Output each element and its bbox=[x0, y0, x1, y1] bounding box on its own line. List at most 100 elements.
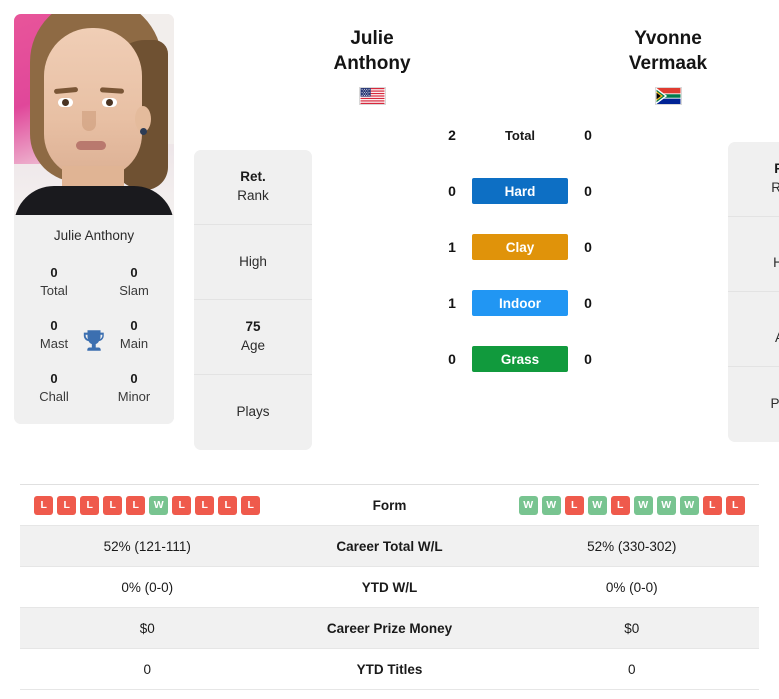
surface-breakdown: 2 Total 0 0 Hard 0 1 Clay 0 1 Indoor 0 0… bbox=[312, 107, 728, 387]
title-stat-label: Mast bbox=[39, 335, 69, 351]
h2h-row-clay: 1 Clay 0 bbox=[432, 219, 608, 275]
h2h-label: Total bbox=[504, 127, 536, 143]
title-stat-value: 0 bbox=[50, 371, 58, 387]
player-info-right: Ret. Rank 38 High 66 Age Plays bbox=[728, 142, 779, 442]
stat-value-left: 52% (121-111) bbox=[103, 538, 191, 554]
form-badge-loss[interactable]: L bbox=[80, 495, 100, 515]
title-stat-chall: 0 Chall bbox=[14, 361, 94, 414]
info-label: Rank bbox=[771, 180, 779, 195]
stat-value-right: 52% (330-302) bbox=[587, 538, 677, 554]
h2h-row-hard: 0 Hard 0 bbox=[432, 163, 608, 219]
info-label: Plays bbox=[770, 396, 779, 412]
stat-value-right: 0 bbox=[627, 661, 636, 677]
player-info-left: Ret. Rank High 75 Age Plays bbox=[194, 150, 312, 450]
info-label: Age bbox=[240, 338, 266, 353]
form-badge-loss[interactable]: L bbox=[195, 495, 215, 515]
title-stat-value: 0 bbox=[130, 371, 138, 387]
table-row-career-total-wl: 52% (121-111) Career Total W/L 52% (330-… bbox=[20, 526, 759, 567]
title-stat-value: 0 bbox=[50, 265, 58, 280]
player-title-left: Julie Anthony bbox=[312, 26, 432, 76]
stat-value-left: 0% (0-0) bbox=[121, 579, 174, 595]
info-age-right: 66 Age bbox=[728, 292, 779, 367]
player-first-name: Julie bbox=[350, 28, 394, 49]
form-badge-win[interactable]: W bbox=[679, 495, 699, 515]
h2h-score-right: 0 bbox=[584, 295, 592, 312]
form-badge-loss[interactable]: L bbox=[172, 495, 192, 515]
info-rank-right: Ret. Rank bbox=[728, 142, 779, 217]
form-badge-loss[interactable]: L bbox=[57, 495, 77, 515]
surface-badge-grass[interactable]: Grass bbox=[472, 346, 568, 373]
player-title-right: Yvonne Vermaak bbox=[608, 26, 728, 76]
comparison-header: Julie Anthony 0 Total 0 Slam 0 Mast 0 Ma… bbox=[0, 0, 779, 478]
form-badge-loss[interactable]: L bbox=[702, 495, 722, 515]
surface-badge-indoor[interactable]: Indoor bbox=[472, 290, 568, 317]
trophy-icon bbox=[83, 329, 104, 351]
player-card-left[interactable]: Julie Anthony 0 Total 0 Slam 0 Mast 0 Ma… bbox=[14, 14, 174, 425]
title-stat-slam: 0 Slam bbox=[94, 255, 174, 308]
form-badge-loss[interactable]: L bbox=[126, 495, 146, 515]
surface-badge-hard[interactable]: Hard bbox=[472, 178, 568, 205]
form-badge-win[interactable]: W bbox=[518, 495, 538, 515]
player-last-name: Vermaak bbox=[628, 53, 708, 75]
form-badge-win[interactable]: W bbox=[587, 495, 607, 515]
player-names-row: Julie Anthony Yvonne Vermaak bbox=[312, 26, 728, 106]
table-row-career-prize-money: $0 Career Prize Money $0 bbox=[20, 608, 759, 649]
player-first-name: Yvonne bbox=[634, 28, 702, 49]
form-badge-loss[interactable]: L bbox=[241, 495, 261, 515]
title-stat-label: Total bbox=[40, 282, 68, 298]
title-stat-total: 0 Total bbox=[14, 255, 94, 308]
info-value: 75 bbox=[245, 319, 261, 335]
form-badge-loss[interactable]: L bbox=[725, 495, 745, 515]
player-photo-left bbox=[14, 14, 174, 215]
title-stat-value: 0 bbox=[130, 265, 138, 280]
stat-label: Career Total W/L bbox=[336, 538, 443, 554]
form-cell-left: LLLLLWLLLL bbox=[20, 495, 275, 515]
h2h-score-left: 1 bbox=[448, 295, 456, 312]
stats-table: LLLLLWLLLL Form WWLWLWWWLL 52% (121-111)… bbox=[20, 484, 759, 690]
title-stat-label: Main bbox=[119, 335, 149, 351]
head-to-head-column: Julie Anthony Yvonne Vermaak 2 Total 0 0… bbox=[312, 0, 728, 387]
form-badge-win[interactable]: W bbox=[541, 495, 561, 515]
stat-value-right: 0% (0-0) bbox=[605, 579, 658, 595]
stat-label: YTD W/L bbox=[361, 579, 418, 595]
h2h-score-left: 2 bbox=[448, 127, 456, 144]
form-cell-right: WWLWLWWWLL bbox=[505, 495, 760, 515]
h2h-score-left: 0 bbox=[448, 351, 456, 368]
title-stat-label: Chall bbox=[39, 388, 69, 404]
player-heading-left: Julie Anthony bbox=[312, 26, 432, 106]
form-badge-loss[interactable]: L bbox=[103, 495, 123, 515]
h2h-score-right: 0 bbox=[584, 127, 592, 144]
h2h-score-right: 0 bbox=[584, 351, 592, 368]
form-badge-loss[interactable]: L bbox=[564, 495, 584, 515]
info-label: Age bbox=[775, 329, 779, 348]
h2h-row-total: 2 Total 0 bbox=[432, 107, 608, 163]
h2h-score-left: 0 bbox=[448, 183, 456, 200]
stat-label: Form bbox=[372, 497, 407, 513]
player-heading-right: Yvonne Vermaak bbox=[608, 26, 728, 106]
info-age-left: 75 Age bbox=[194, 300, 312, 375]
info-label: High bbox=[239, 253, 267, 269]
form-strip-left: LLLLLWLLLL bbox=[34, 495, 261, 515]
info-label: Rank bbox=[237, 188, 269, 203]
player-last-name: Anthony bbox=[333, 53, 411, 75]
stat-label: YTD Titles bbox=[356, 661, 423, 677]
title-stat-value: 0 bbox=[50, 318, 58, 334]
h2h-score-right: 0 bbox=[584, 239, 592, 256]
info-plays-right: Plays bbox=[728, 367, 779, 442]
form-badge-loss[interactable]: L bbox=[218, 495, 238, 515]
stat-value-left: $0 bbox=[139, 620, 155, 636]
form-badge-win[interactable]: W bbox=[656, 495, 676, 515]
table-row-ytd-titles: 0 YTD Titles 0 bbox=[20, 649, 759, 690]
za-flag-icon bbox=[654, 87, 682, 106]
info-high-left: High bbox=[194, 225, 312, 300]
stat-value-left: 0 bbox=[143, 661, 151, 677]
form-badge-win[interactable]: W bbox=[149, 495, 169, 515]
form-strip-right: WWLWLWWWLL bbox=[518, 495, 745, 515]
info-high-right: 38 High bbox=[728, 217, 779, 292]
form-badge-loss[interactable]: L bbox=[610, 495, 630, 515]
form-badge-win[interactable]: W bbox=[633, 495, 653, 515]
h2h-score-left: 1 bbox=[448, 239, 456, 256]
form-badge-loss[interactable]: L bbox=[34, 495, 54, 515]
h2h-row-grass: 0 Grass 0 bbox=[432, 331, 608, 387]
surface-badge-clay[interactable]: Clay bbox=[472, 234, 568, 261]
